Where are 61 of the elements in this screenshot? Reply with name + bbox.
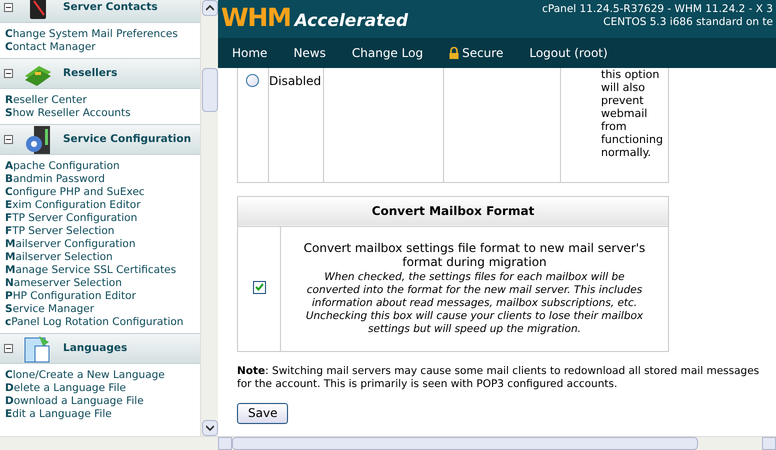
sidebar-link[interactable]: Mailserver Selection: [5, 251, 195, 264]
version-text: cPanel 11.24.5-R37629 - WHM 11.24.2 - X 3: [542, 3, 773, 16]
collapse-icon[interactable]: [4, 69, 13, 78]
sidebar-link[interactable]: Reseller Center: [5, 94, 195, 107]
sidebar-link[interactable]: Show Reseller Accounts: [5, 107, 195, 120]
section-title: Languages: [63, 340, 128, 356]
nav-link[interactable]: News: [293, 44, 326, 62]
sidebar-link[interactable]: FTP Server Selection: [5, 225, 195, 238]
scroll-thumb[interactable]: [232, 437, 698, 450]
sidebar-link[interactable]: Nameserver Selection: [5, 277, 195, 290]
collapse-icon[interactable]: [4, 135, 13, 144]
section-header[interactable]: Service Configuration: [0, 124, 200, 155]
version-text: CENTOS 5.3 i686 standard on te: [603, 16, 773, 29]
vertical-scrollbar[interactable]: [200, 0, 218, 436]
option-label: Disabled: [268, 68, 324, 182]
sidebar-link[interactable]: Change System Mail Preferences: [5, 28, 195, 41]
scroll-down-button[interactable]: [202, 420, 218, 436]
scroll-thumb[interactable]: [202, 68, 218, 112]
section-title: Server Contacts: [63, 0, 158, 15]
sidebar-link[interactable]: Delete a Language File: [5, 382, 195, 395]
sidebar-link[interactable]: Exim Configuration Editor: [5, 199, 195, 212]
logo-subtitle: Accelerated: [294, 10, 408, 33]
sidebar-link[interactable]: cPanel Log Rotation Configuration: [5, 316, 195, 329]
section-header[interactable]: Languages: [0, 333, 200, 364]
logo: WHM: [221, 3, 291, 33]
sidebar-link[interactable]: Contact Manager: [5, 41, 195, 54]
horizontal-scrollbar[interactable]: [218, 436, 776, 450]
sidebar-link[interactable]: Apache Configuration: [5, 160, 195, 173]
nav-link[interactable]: Home: [232, 44, 268, 62]
checkbox[interactable]: [252, 280, 266, 294]
sidebar-link[interactable]: Service Manager: [5, 303, 195, 316]
sidebar-link[interactable]: Download a Language File: [5, 395, 195, 408]
lock-icon: [449, 47, 460, 59]
sidebar-link[interactable]: Configure PHP and SuExec: [5, 186, 195, 199]
caret-up-icon: [206, 5, 214, 11]
help-text: When checked, the settings files for each mailbox will be converted into the format for the new mail server. This includes information about read messages, mailbox subscriptions, etc. Unchecking this box will cause your clients to lose their mailbox settings but will speed up the migration.: [304, 271, 644, 336]
section-heading: Convert Mailbox Format: [238, 196, 668, 226]
option-label: Convert mailbox settings file format to new mail server's format during migration: [302, 241, 646, 269]
sidebar-link[interactable]: PHP Configuration Editor: [5, 290, 195, 303]
section-header[interactable]: Resellers: [0, 58, 200, 89]
horizontal-scrollbar[interactable]: [0, 436, 218, 450]
nav-link[interactable]: Change Log: [352, 44, 424, 62]
section-title: Service Configuration: [63, 132, 192, 147]
collapse-icon[interactable]: [4, 3, 13, 12]
note-text: Note: Switching mail servers may cause some mail clients to redownload all stored mail messages for the account. This is primarily is seen with POP3 configured accounts.: [237, 364, 760, 390]
section-title: Resellers: [63, 66, 118, 81]
caret-down-icon: [206, 425, 214, 431]
radio-button[interactable]: [246, 74, 259, 87]
sidebar-link[interactable]: Manage Service SSL Certificates: [5, 264, 195, 277]
scroll-up-button[interactable]: [202, 0, 218, 16]
save-button[interactable]: Save: [237, 402, 288, 424]
sidebar-link[interactable]: FTP Server Configuration: [5, 212, 195, 225]
collapse-icon[interactable]: [4, 344, 13, 353]
nav-link[interactable]: Logout (root): [529, 44, 608, 62]
option-description: this option will also prevent webmail from functioning normally.: [601, 68, 664, 159]
sidebar-link[interactable]: Mailserver Configuration: [5, 238, 195, 251]
section-header[interactable]: Server Contacts: [0, 0, 200, 23]
sidebar-link[interactable]: Bandmin Password: [5, 173, 195, 186]
nav-link[interactable]: Secure: [449, 44, 504, 62]
sidebar-link[interactable]: Edit a Language File: [5, 408, 195, 421]
sidebar-link[interactable]: Clone/Create a New Language: [5, 369, 195, 382]
